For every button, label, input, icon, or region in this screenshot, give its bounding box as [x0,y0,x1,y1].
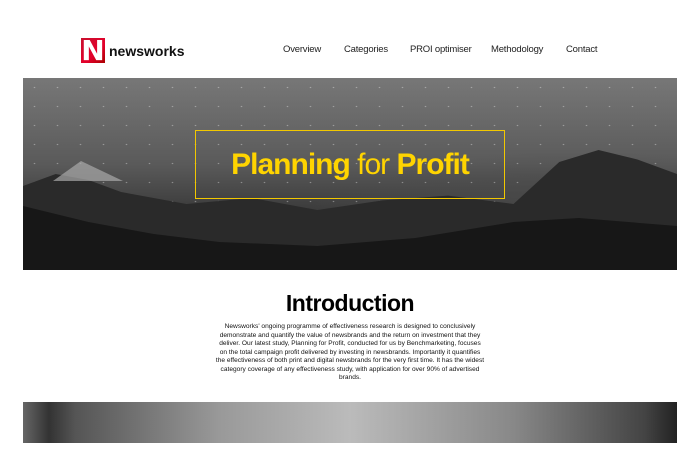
hero-title-profit: Profit [396,147,470,181]
hero-title-planning: Planning [231,147,351,181]
logo-text: newsworks [109,42,185,59]
nav-methodology[interactable]: Methodology [491,44,543,55]
nav-proi-optimiser[interactable]: PROI optimiser [410,44,472,55]
nav-contact[interactable]: Contact [566,44,598,55]
intro-body: Newsworks' ongoing programme of effectiv… [215,323,485,381]
secondary-image [23,402,677,443]
nav-categories[interactable]: Categories [344,44,388,55]
hero-banner: Planning for Profit [23,78,677,270]
intro-heading: Introduction [285,290,415,316]
newsworks-logo[interactable]: N newsworks [81,34,185,67]
logo-mark: N [81,34,105,67]
hero-title-for: for [357,147,390,181]
nav-overview[interactable]: Overview [283,44,321,55]
hero-title: Planning for Profit [195,130,505,199]
